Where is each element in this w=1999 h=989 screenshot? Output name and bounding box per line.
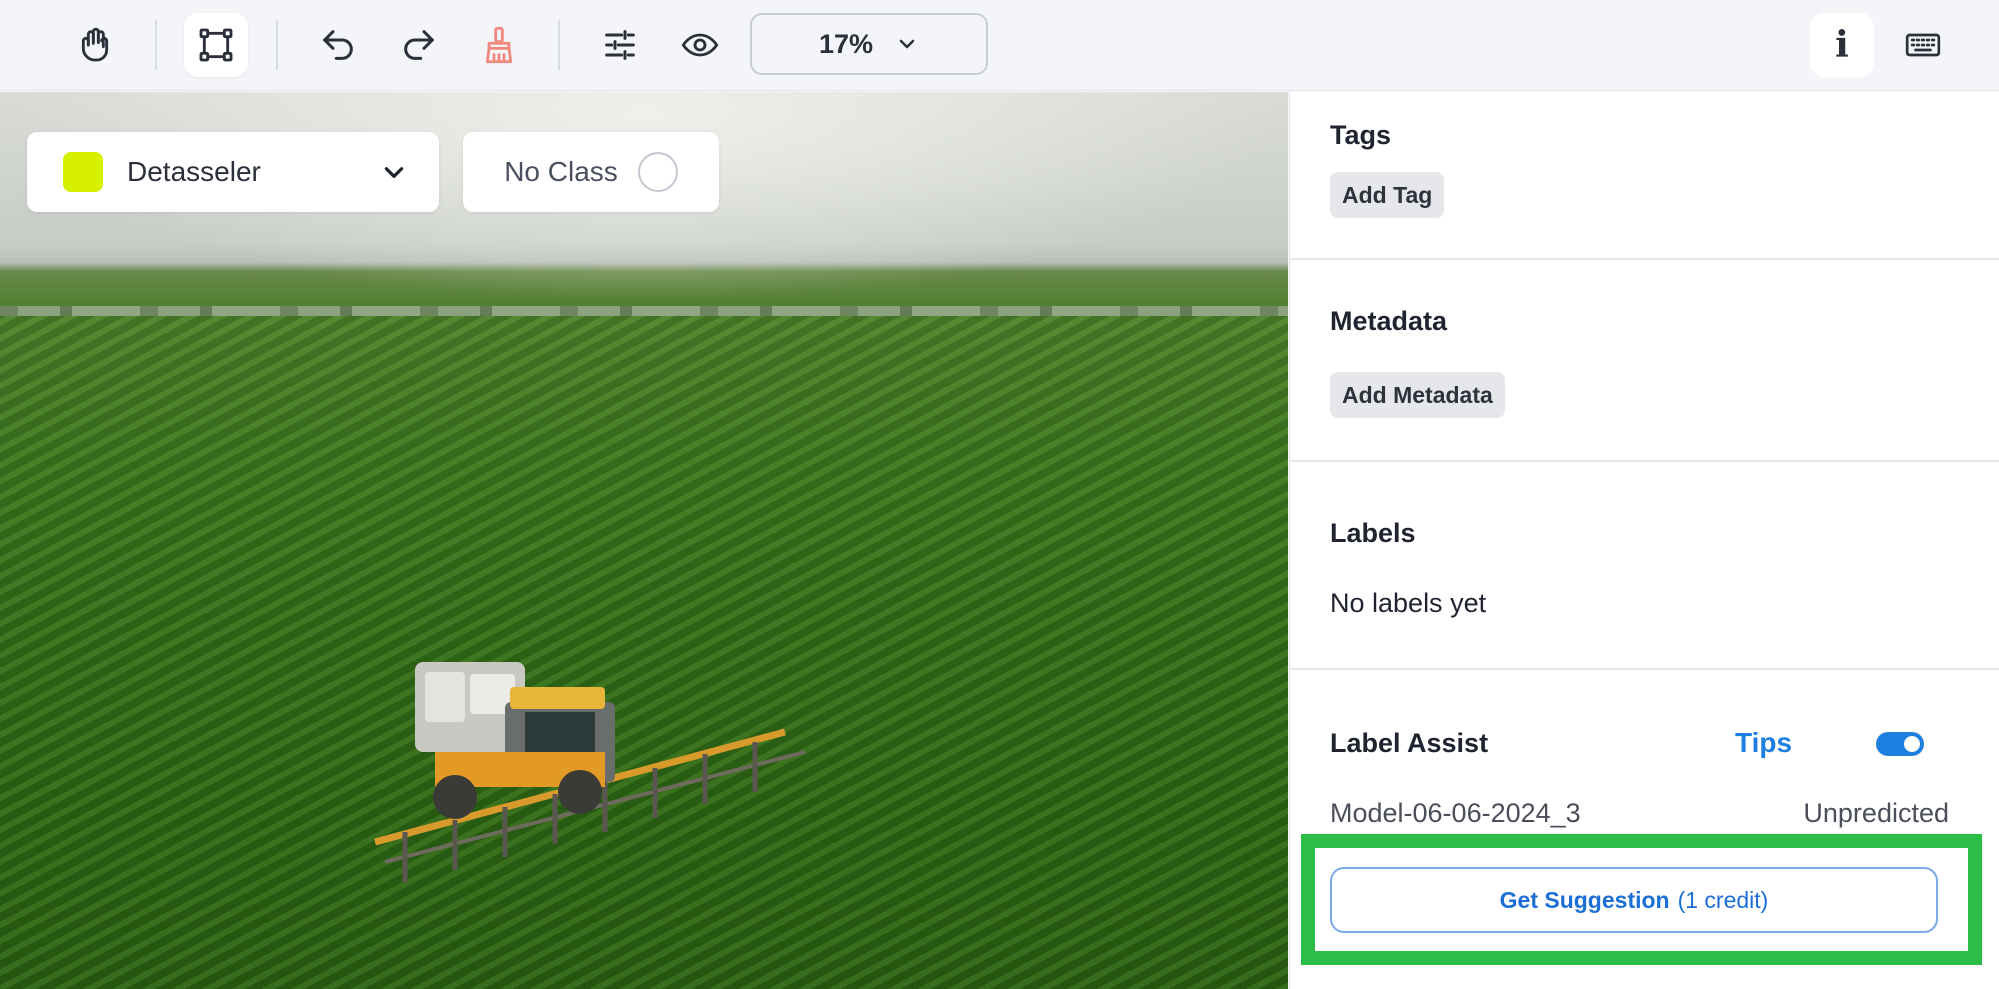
clear-brush-button[interactable] xyxy=(467,13,531,77)
brush-icon xyxy=(485,26,513,64)
redo-button[interactable] xyxy=(387,13,451,77)
label-assist-title: Label Assist xyxy=(1330,728,1489,758)
no-class-label: No Class xyxy=(504,156,618,187)
get-suggestion-button[interactable]: Get Suggestion (1 credit) xyxy=(1330,867,1938,933)
undo-button[interactable] xyxy=(306,13,370,77)
model-status: Unpredicted xyxy=(1803,798,1949,828)
keyboard-icon xyxy=(1905,33,1941,57)
sliders-icon xyxy=(605,30,635,60)
tags-title: Tags xyxy=(1330,120,1392,150)
get-suggestion-label: Get Suggestion xyxy=(1499,886,1670,913)
class-selector-dropdown[interactable]: Detasseler xyxy=(27,132,439,212)
toolbar-divider xyxy=(558,20,560,70)
eye-icon xyxy=(681,33,719,57)
metadata-title: Metadata xyxy=(1330,306,1448,336)
visibility-button[interactable] xyxy=(668,13,732,77)
sidebar-panel: Tags Add Tag Metadata Add Metadata Label… xyxy=(1289,92,1999,989)
detasseler-machine-image xyxy=(374,662,806,882)
labels-title: Labels xyxy=(1330,518,1416,548)
no-class-radio[interactable] xyxy=(637,152,678,192)
get-suggestion-credit: (1 credit) xyxy=(1677,886,1769,913)
info-icon: i xyxy=(1835,24,1849,66)
add-metadata-button[interactable]: Add Metadata xyxy=(1330,372,1505,418)
zoom-value: 17% xyxy=(818,28,874,59)
toggle-knob xyxy=(1904,736,1920,752)
toolbar-divider xyxy=(276,20,278,70)
horizon-treeline xyxy=(0,306,1288,316)
toolbar-divider xyxy=(155,20,157,70)
hand-icon xyxy=(81,27,109,62)
labels-section: Labels No labels yet xyxy=(1290,462,1999,670)
model-name: Model-06-06-2024_3 xyxy=(1330,798,1581,828)
chevron-down-icon xyxy=(899,39,915,49)
labels-empty-text: No labels yet xyxy=(1330,588,1487,618)
label-assist-toggle[interactable] xyxy=(1876,732,1924,756)
class-color-swatch xyxy=(63,152,103,192)
undo-icon xyxy=(323,30,353,60)
metadata-section: Metadata Add Metadata xyxy=(1290,260,1999,462)
keyboard-shortcuts-button[interactable] xyxy=(1891,13,1955,77)
bounding-box-tool-button[interactable] xyxy=(184,13,248,77)
toolbar: 17% i xyxy=(0,0,1999,91)
chevron-down-icon xyxy=(384,167,404,178)
info-button[interactable]: i xyxy=(1810,13,1874,77)
add-tag-button[interactable]: Add Tag xyxy=(1330,172,1445,218)
bounding-box-icon xyxy=(199,28,233,62)
zoom-dropdown[interactable]: 17% xyxy=(750,13,988,75)
no-class-toggle[interactable]: No Class xyxy=(463,132,719,212)
pan-tool-button[interactable] xyxy=(63,13,127,77)
image-canvas[interactable]: Detasseler No Class xyxy=(0,92,1288,989)
tips-link[interactable]: Tips xyxy=(1735,727,1792,759)
redo-icon xyxy=(404,30,434,60)
tags-section: Tags Add Tag xyxy=(1290,92,1999,260)
class-selector-label: Detasseler xyxy=(127,156,261,187)
adjustments-button[interactable] xyxy=(588,13,652,77)
